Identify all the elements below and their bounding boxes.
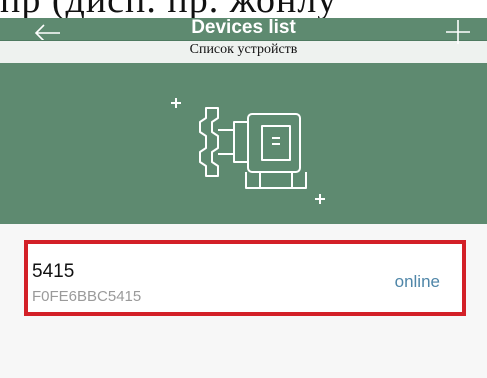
- plus-icon: [446, 20, 470, 44]
- top-strip: пр (дисп. пр. жонлу: [0, 0, 487, 18]
- header: пр (дисп. пр. жонлу Devices list Список …: [0, 0, 487, 224]
- device-id: F0FE6BBC5415: [32, 288, 142, 305]
- devices-list-screen: пр (дисп. пр. жонлу Devices list Список …: [0, 0, 487, 378]
- page-subtitle: Список устройств: [189, 42, 298, 57]
- circulation-pump-icon: [171, 98, 325, 204]
- device-list-item[interactable]: 5415 F0FE6BBC5415 online: [24, 240, 466, 316]
- device-status: online: [394, 272, 440, 291]
- device-name: 5415: [32, 261, 75, 282]
- page-title: Devices list: [191, 17, 296, 38]
- add-device-button[interactable]: [440, 14, 476, 50]
